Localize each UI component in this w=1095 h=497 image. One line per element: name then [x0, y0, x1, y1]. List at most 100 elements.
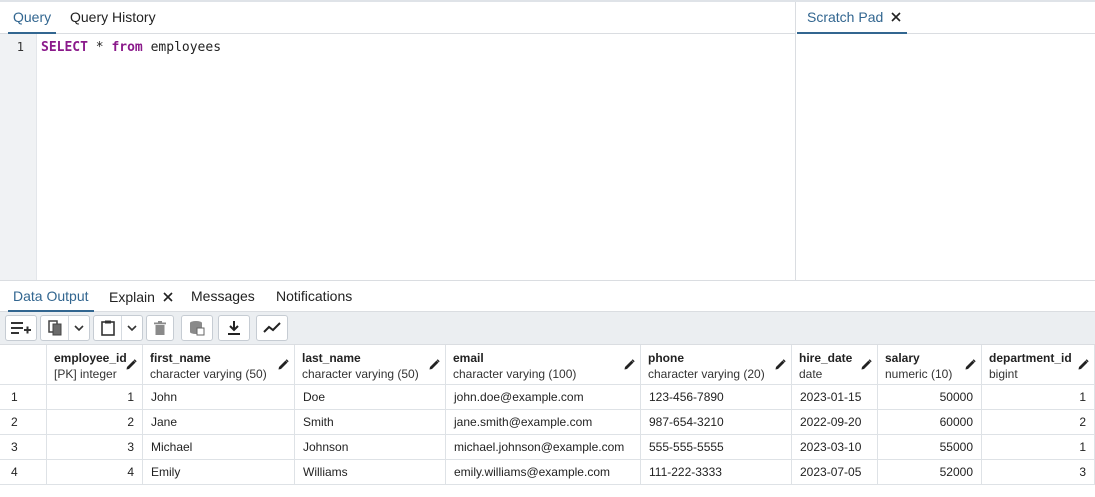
row-number[interactable]: 4	[0, 460, 47, 485]
cell-last-name[interactable]: Johnson	[295, 435, 446, 460]
column-type: date	[799, 367, 823, 381]
edit-pencil-icon[interactable]	[429, 359, 440, 373]
column-header-employee-id[interactable]: employee_id [PK] integer	[47, 345, 143, 385]
table-row[interactable]: 3 3 Michael Johnson michael.johnson@example.…	[0, 435, 1095, 460]
cell-phone[interactable]: 987-654-3210	[641, 410, 792, 435]
edit-pencil-icon[interactable]	[965, 359, 976, 373]
cell-department-id[interactable]: 3	[982, 460, 1095, 485]
grid-corner-cell[interactable]	[0, 345, 47, 385]
delete-button[interactable]	[146, 315, 174, 341]
download-button[interactable]	[218, 315, 250, 341]
cell-department-id[interactable]: 2	[982, 410, 1095, 435]
paste-options-chevron-icon	[127, 325, 137, 332]
table-row[interactable]: 4 4 Emily Williams emily.williams@example.co…	[0, 460, 1095, 485]
edit-pencil-icon[interactable]	[278, 359, 289, 373]
edit-pencil-icon[interactable]	[624, 359, 635, 373]
edit-pencil-icon[interactable]	[1078, 359, 1089, 373]
cell-employee-id[interactable]: 4	[47, 460, 143, 485]
close-icon[interactable]	[163, 291, 173, 302]
column-name: phone	[648, 351, 684, 365]
cell-salary[interactable]: 60000	[878, 410, 982, 435]
cell-hire-date[interactable]: 2022-09-20	[792, 410, 878, 435]
column-header-salary[interactable]: salary numeric (10)	[878, 345, 982, 385]
cell-email[interactable]: michael.johnson@example.com	[446, 435, 641, 460]
graph-visualiser-button[interactable]	[256, 315, 288, 341]
query-tool: Query Query History 1 SELECT * from empl…	[0, 0, 1095, 497]
paste-button-group	[93, 315, 143, 341]
tab-messages[interactable]: Messages	[186, 281, 260, 312]
scratch-pad-editor[interactable]	[797, 34, 1095, 280]
cell-hire-date[interactable]: 2023-07-05	[792, 460, 878, 485]
row-number[interactable]: 1	[0, 385, 47, 410]
tab-query-history[interactable]: Query History	[65, 2, 161, 34]
cell-employee-id[interactable]: 2	[47, 410, 143, 435]
column-type: numeric (10)	[885, 367, 953, 381]
table-row[interactable]: 2 2 Jane Smith jane.smith@example.com 987-654…	[0, 410, 1095, 435]
column-header-hire-date[interactable]: hire_date date	[792, 345, 878, 385]
cell-salary[interactable]: 52000	[878, 460, 982, 485]
column-type: character varying (100)	[453, 367, 577, 381]
paste-button[interactable]	[94, 316, 122, 340]
column-name: email	[453, 351, 484, 365]
grid-header-row: employee_id [PK] integer first_name charact…	[0, 345, 1095, 385]
column-type: [PK] integer	[54, 367, 117, 381]
column-name: last_name	[302, 351, 361, 365]
add-row-button[interactable]	[5, 315, 37, 341]
column-name: salary	[885, 351, 920, 365]
cell-first-name[interactable]: Michael	[143, 435, 295, 460]
column-header-email[interactable]: email character varying (100)	[446, 345, 641, 385]
tab-scratch-pad[interactable]: Scratch Pad	[797, 2, 908, 34]
column-header-phone[interactable]: phone character varying (20)	[641, 345, 792, 385]
cell-first-name[interactable]: Emily	[143, 460, 295, 485]
sql-editor[interactable]: 1 SELECT * from employees	[0, 34, 796, 280]
paste-options-button[interactable]	[122, 316, 142, 340]
tab-query[interactable]: Query	[8, 2, 57, 34]
cell-email[interactable]: emily.williams@example.com	[446, 460, 641, 485]
tab-notifications[interactable]: Notifications	[271, 281, 357, 312]
data-toolbar	[0, 312, 1095, 345]
tab-explain[interactable]: Explain	[104, 281, 178, 312]
query-tabbar: Query Query History	[0, 2, 795, 34]
cell-phone[interactable]: 555-555-5555	[641, 435, 792, 460]
sql-table-name: employees	[142, 40, 222, 55]
save-data-button[interactable]	[181, 315, 213, 341]
edit-pencil-icon[interactable]	[861, 359, 872, 373]
edit-pencil-icon[interactable]	[775, 359, 786, 373]
tab-data-output[interactable]: Data Output	[8, 281, 94, 312]
cell-salary[interactable]: 55000	[878, 435, 982, 460]
cell-department-id[interactable]: 1	[982, 435, 1095, 460]
column-type: character varying (50)	[302, 367, 419, 381]
cell-department-id[interactable]: 1	[982, 385, 1095, 410]
cell-first-name[interactable]: John	[143, 385, 295, 410]
query-panel: Query Query History 1 SELECT * from empl…	[0, 2, 796, 280]
close-icon[interactable]	[891, 12, 901, 22]
table-row[interactable]: 1 1 John Doe john.doe@example.com 123-456-789…	[0, 385, 1095, 410]
cell-hire-date[interactable]: 2023-01-15	[792, 385, 878, 410]
cell-employee-id[interactable]: 3	[47, 435, 143, 460]
column-type: character varying (20)	[648, 367, 765, 381]
column-type: bigint	[989, 367, 1018, 381]
edit-pencil-icon[interactable]	[126, 359, 137, 373]
cell-last-name[interactable]: Smith	[295, 410, 446, 435]
code-line[interactable]: SELECT * from employees	[41, 40, 221, 55]
column-header-first-name[interactable]: first_name character varying (50)	[143, 345, 295, 385]
row-number[interactable]: 2	[0, 410, 47, 435]
cell-email[interactable]: jane.smith@example.com	[446, 410, 641, 435]
cell-hire-date[interactable]: 2023-03-10	[792, 435, 878, 460]
cell-salary[interactable]: 50000	[878, 385, 982, 410]
cell-employee-id[interactable]: 1	[47, 385, 143, 410]
cell-last-name[interactable]: Doe	[295, 385, 446, 410]
sql-keyword-from: from	[111, 40, 143, 55]
tab-explain-label: Explain	[109, 288, 155, 305]
column-header-last-name[interactable]: last_name character varying (50)	[295, 345, 446, 385]
column-header-department-id[interactable]: department_id bigint	[982, 345, 1095, 385]
row-number[interactable]: 3	[0, 435, 47, 460]
cell-last-name[interactable]: Williams	[295, 460, 446, 485]
cell-email[interactable]: john.doe@example.com	[446, 385, 641, 410]
delete-icon	[154, 321, 166, 335]
cell-first-name[interactable]: Jane	[143, 410, 295, 435]
copy-options-button[interactable]	[69, 316, 89, 340]
cell-phone[interactable]: 111-222-3333	[641, 460, 792, 485]
cell-phone[interactable]: 123-456-7890	[641, 385, 792, 410]
copy-button[interactable]	[41, 316, 69, 340]
